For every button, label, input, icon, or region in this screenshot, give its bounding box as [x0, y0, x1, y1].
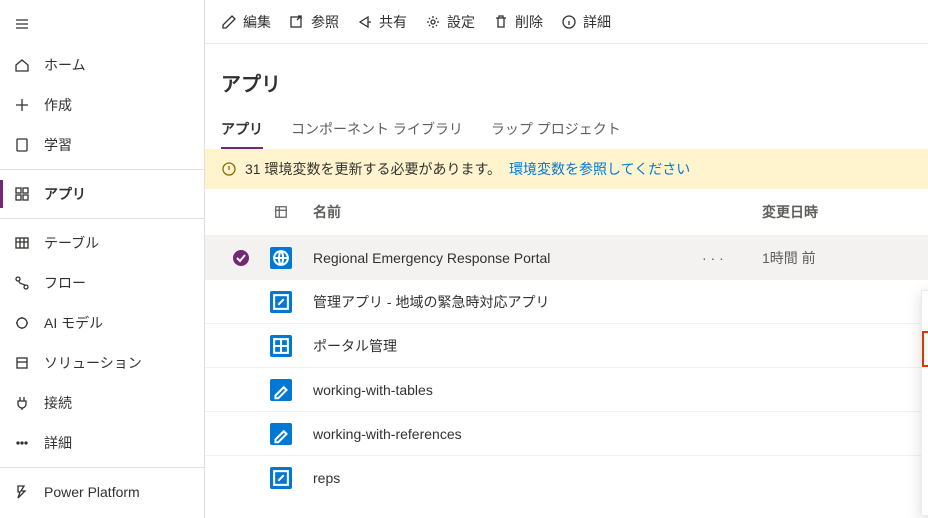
app-type-icon [270, 379, 292, 401]
sidebar-item-label: 接続 [44, 393, 72, 413]
app-name: working-with-references [301, 426, 702, 442]
hamburger-menu[interactable] [0, 6, 204, 45]
sidebar-item-label: AI モデル [44, 313, 103, 333]
trash-icon [493, 14, 509, 30]
browse-button[interactable]: 参照 [289, 12, 339, 32]
app-type-icon [270, 247, 292, 269]
col-modified[interactable]: 変更日時 [762, 202, 912, 222]
home-icon [14, 57, 30, 73]
more-icon [14, 435, 30, 451]
gear-icon [425, 14, 441, 30]
ctx-settings[interactable]: 設定 [922, 403, 928, 439]
ctx-details[interactable]: 詳細 [922, 475, 928, 511]
table-row[interactable]: working-with-references [205, 411, 928, 455]
table-row[interactable]: Regional Emergency Response Portal· · ·1… [205, 235, 928, 279]
info-icon [561, 14, 577, 30]
sidebar-item-label: 作成 [44, 95, 72, 115]
sidebar-item-powerplatform[interactable]: Power Platform [0, 472, 204, 512]
app-type-icon [270, 423, 292, 445]
table-icon [14, 235, 30, 251]
banner-link[interactable]: 環境変数を参照してください [509, 159, 690, 179]
sidebar-item-label: 詳細 [44, 433, 72, 453]
sidebar-item-label: ソリューション [44, 353, 142, 373]
app-type-icon [270, 291, 292, 313]
sidebar-item-ai[interactable]: AI モデル [0, 303, 204, 343]
sidebar-item-label: アプリ [44, 184, 86, 204]
sidebar-item-label: ホーム [44, 55, 86, 75]
sidebar-item-label: テーブル [44, 233, 99, 253]
browse-icon [289, 14, 305, 30]
app-name: working-with-tables [301, 382, 702, 398]
settings-button[interactable]: 設定 [425, 12, 475, 32]
context-menu: 編集 参照 共有 設定 削除 詳細 [921, 290, 928, 516]
apps-icon [14, 186, 30, 202]
sidebar-item-connections[interactable]: 接続 [0, 383, 204, 423]
ctx-edit[interactable]: 編集 [922, 295, 928, 331]
app-name: reps [301, 470, 702, 486]
table-row[interactable]: 管理アプリ - 地域の緊急時対応アプリ [205, 279, 928, 323]
tab-apps[interactable]: アプリ [221, 109, 263, 149]
table-body: Regional Emergency Response Portal· · ·1… [205, 235, 928, 499]
app-name: ポータル管理 [301, 336, 702, 356]
table-row[interactable]: reps [205, 455, 928, 499]
flow-icon [14, 275, 30, 291]
plug-icon [14, 395, 30, 411]
app-type-icon [270, 335, 292, 357]
tabs: アプリ コンポーネント ライブラリ ラップ プロジェクト [205, 109, 928, 150]
plus-icon [14, 97, 30, 113]
sidebar-item-apps[interactable]: アプリ [0, 174, 204, 214]
solution-icon [14, 355, 30, 371]
sidebar-item-label: 学習 [44, 135, 72, 155]
sidebar-item-learn[interactable]: 学習 [0, 125, 204, 165]
banner-text: 31 環境変数を更新する必要があります。 [245, 159, 501, 179]
book-icon [14, 137, 30, 153]
tab-components[interactable]: コンポーネント ライブラリ [291, 109, 463, 149]
command-bar: 編集 参照 共有 設定 削除 詳細 [205, 0, 928, 44]
sidebar-item-label: フロー [44, 273, 86, 293]
warning-icon [221, 161, 237, 177]
pencil-icon [221, 14, 237, 30]
warning-banner: 31 環境変数を更新する必要があります。 環境変数を参照してください [205, 149, 928, 189]
sidebar-item-label: Power Platform [44, 484, 140, 500]
sidebar-item-create[interactable]: 作成 [0, 85, 204, 125]
main-content: 編集 参照 共有 設定 削除 詳細 アプリ アプリ コンポーネント ライブラリ … [205, 0, 928, 518]
table-row[interactable]: working-with-tables [205, 367, 928, 411]
edit-button[interactable]: 編集 [221, 12, 271, 32]
ctx-browse[interactable]: 参照 [922, 331, 928, 367]
col-name[interactable]: 名前 [301, 202, 702, 222]
table-row[interactable]: ポータル管理 [205, 323, 928, 367]
share-button[interactable]: 共有 [357, 12, 407, 32]
page-title: アプリ [205, 44, 928, 109]
tab-wrap[interactable]: ラップ プロジェクト [491, 109, 621, 149]
sidebar-item-more[interactable]: 詳細 [0, 423, 204, 463]
table-header: 名前 変更日時 [205, 189, 928, 235]
column-picker[interactable] [261, 205, 301, 219]
app-name: Regional Emergency Response Portal [301, 250, 702, 266]
sidebar-item-home[interactable]: ホーム [0, 45, 204, 85]
menu-icon [14, 16, 30, 32]
check-icon [233, 250, 249, 266]
sidebar-item-tables[interactable]: テーブル [0, 223, 204, 263]
sidebar-item-solutions[interactable]: ソリューション [0, 343, 204, 383]
app-type-icon [270, 467, 292, 489]
share-icon [357, 14, 373, 30]
ctx-delete[interactable]: 削除 [922, 439, 928, 475]
ai-icon [14, 315, 30, 331]
row-more[interactable]: · · · [702, 250, 762, 266]
power-icon [14, 484, 30, 500]
ctx-share[interactable]: 共有 [922, 367, 928, 403]
app-name: 管理アプリ - 地域の緊急時対応アプリ [301, 292, 702, 312]
sidebar: ホーム 作成 学習 アプリ テーブル フロー AI モデル ソリューション 接続… [0, 0, 205, 518]
delete-button[interactable]: 削除 [493, 12, 543, 32]
app-modified: 1時間 前 [762, 248, 912, 268]
sidebar-item-flows[interactable]: フロー [0, 263, 204, 303]
details-button[interactable]: 詳細 [561, 12, 611, 32]
